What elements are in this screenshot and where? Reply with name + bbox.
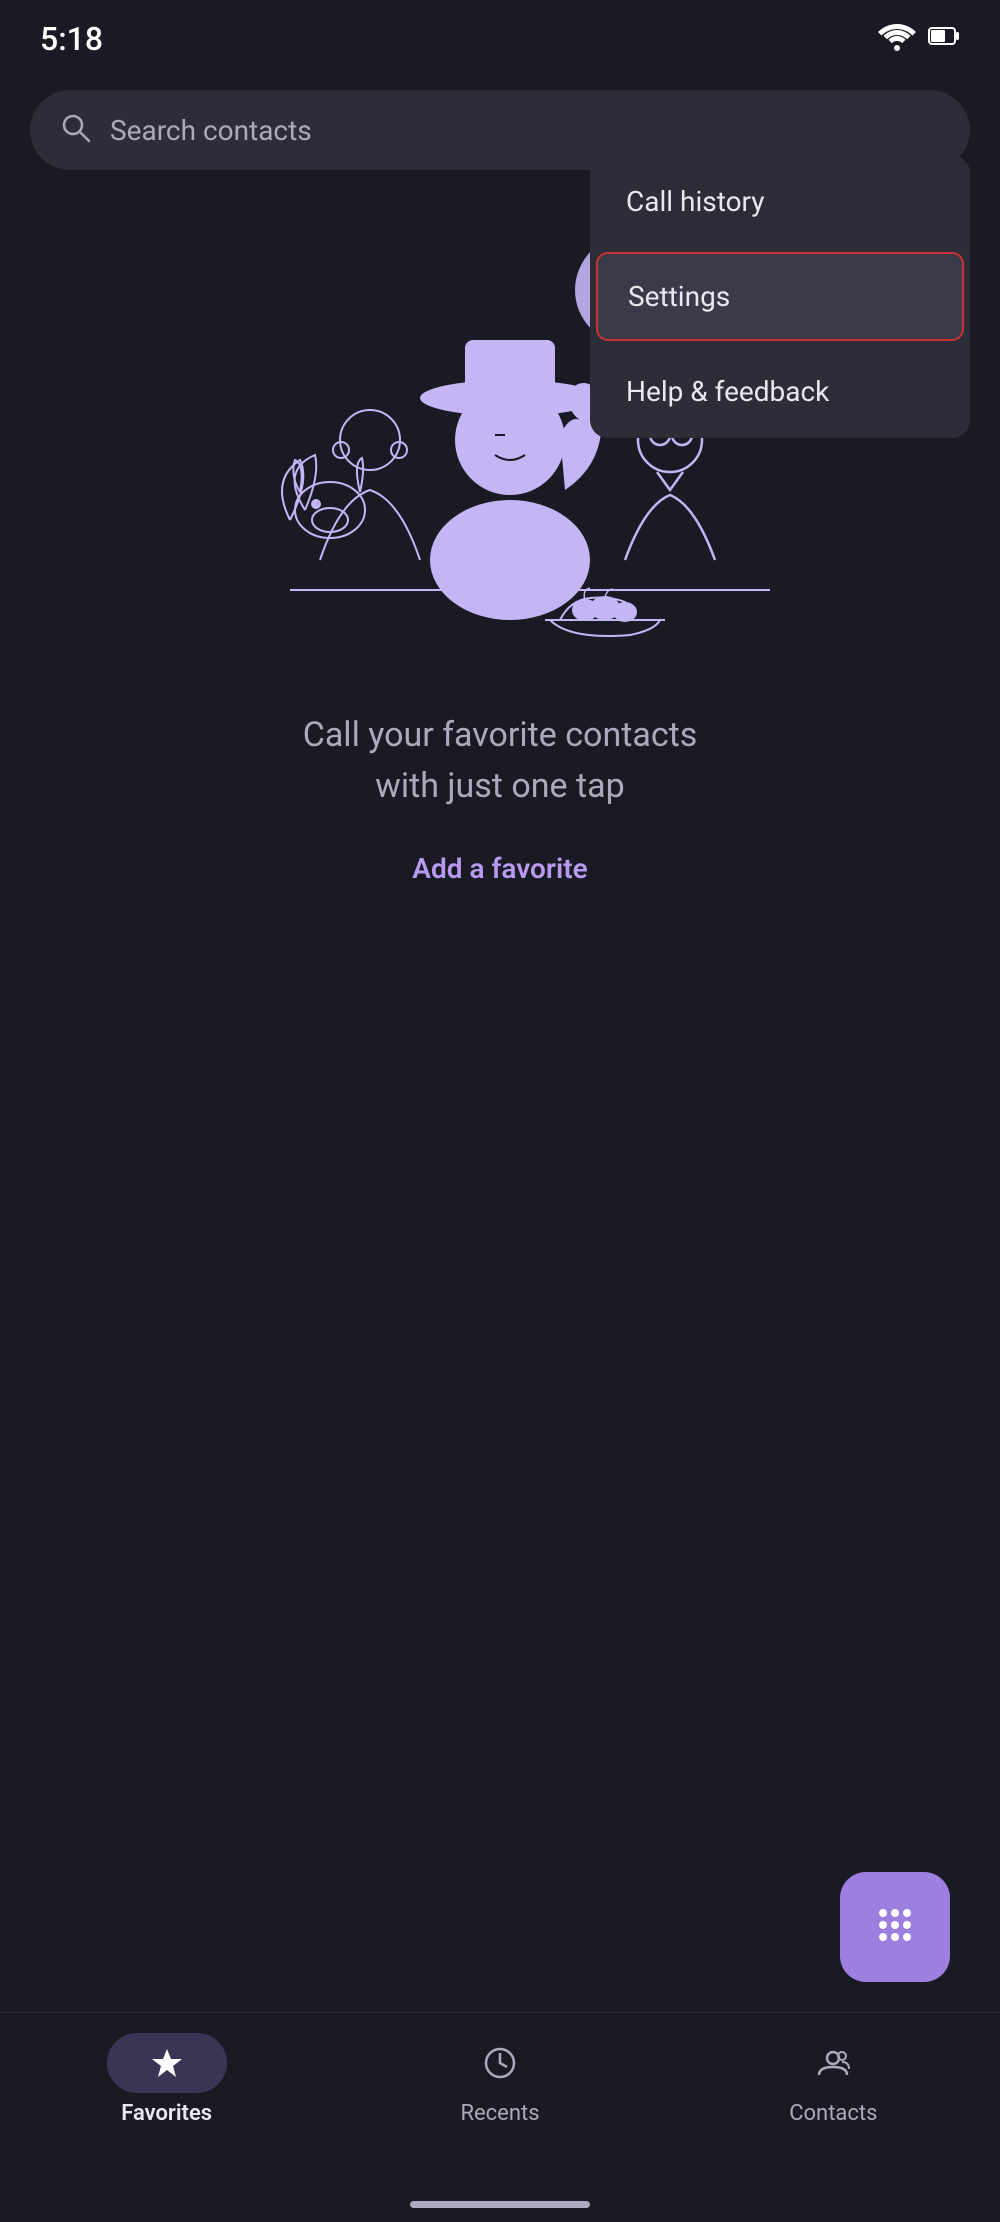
menu-item-call-history[interactable]: Call history bbox=[590, 155, 970, 248]
recents-nav-icon bbox=[470, 2033, 530, 2093]
nav-item-contacts[interactable]: Contacts bbox=[667, 2033, 1000, 2126]
favorites-nav-label: Favorites bbox=[121, 2101, 212, 2126]
dial-fab-button[interactable] bbox=[840, 1872, 950, 1982]
nav-item-recents[interactable]: Recents bbox=[333, 2033, 666, 2126]
empty-state: Call your favorite contactswith just one… bbox=[0, 710, 1000, 885]
dropdown-menu: Call history Settings Help & feedback bbox=[590, 155, 970, 438]
search-icon bbox=[60, 112, 92, 148]
battery-icon bbox=[928, 23, 960, 55]
dialpad-icon bbox=[869, 1901, 921, 1953]
favorites-nav-icon bbox=[107, 2033, 227, 2093]
status-time: 5:18 bbox=[40, 20, 103, 58]
menu-item-settings[interactable]: Settings bbox=[596, 252, 964, 341]
add-favorite-button[interactable]: Add a favorite bbox=[412, 852, 587, 885]
bottom-nav: Favorites Recents Contacts bbox=[0, 2012, 1000, 2222]
status-icons bbox=[878, 23, 960, 55]
empty-state-title: Call your favorite contactswith just one… bbox=[60, 710, 940, 812]
recents-nav-label: Recents bbox=[460, 2101, 539, 2126]
wifi-icon bbox=[878, 23, 916, 55]
menu-item-help-feedback[interactable]: Help & feedback bbox=[590, 345, 970, 438]
nav-item-favorites[interactable]: Favorites bbox=[0, 2033, 333, 2126]
contacts-nav-label: Contacts bbox=[789, 2101, 877, 2126]
search-input-placeholder: Search contacts bbox=[110, 114, 312, 147]
home-indicator bbox=[410, 2201, 590, 2208]
contacts-nav-icon bbox=[803, 2033, 863, 2093]
status-bar: 5:18 bbox=[0, 0, 1000, 70]
